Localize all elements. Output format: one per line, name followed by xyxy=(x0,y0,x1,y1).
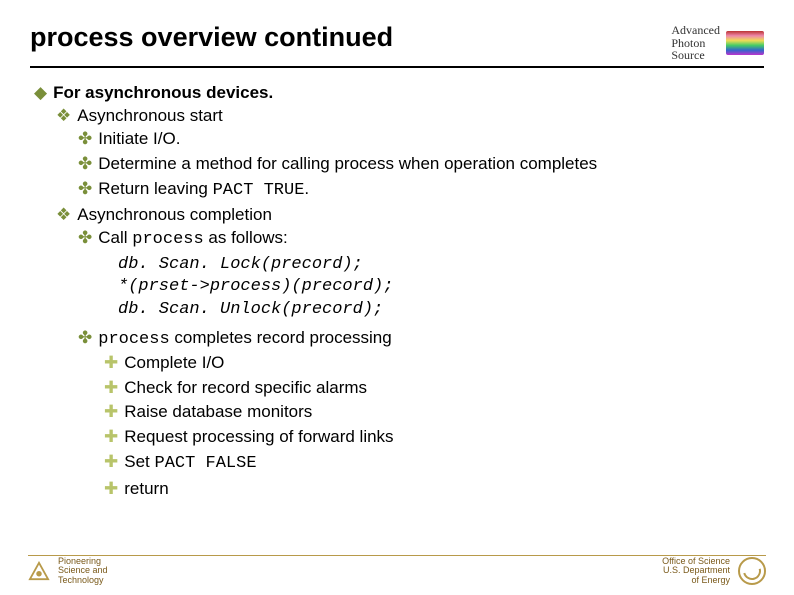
bullet-text: as follows: xyxy=(204,228,288,247)
list-item: ✚ Set PACT FALSE xyxy=(78,451,764,476)
list-item: ✚ return xyxy=(78,478,764,501)
list-item: ❖ Asynchronous start ✤ Initiate I/O. ✤ Dete… xyxy=(34,105,764,203)
list-item: ✤ process completes record processing ✚ Co… xyxy=(56,327,764,502)
list-item: ✚ Request processing of forward links xyxy=(78,426,764,449)
plus-icon: ✚ xyxy=(104,352,118,375)
diamond-icon: ◆ xyxy=(34,82,47,105)
list-item: ✚ Complete I/O xyxy=(78,352,764,375)
list-item: ◆ For asynchronous devices. ❖ Asynchronous… xyxy=(30,82,764,253)
bullet-text: return xyxy=(124,479,168,498)
bullet-text: Return leaving xyxy=(98,179,212,198)
slide: process overview continued Advanced Phot… xyxy=(0,0,794,513)
cross-icon: ✤ xyxy=(78,153,92,176)
list-item: ✤ Call process as follows: xyxy=(56,227,764,252)
bullet-text: Asynchronous completion xyxy=(77,205,272,224)
bullet-text: Check for record specific alarms xyxy=(124,378,367,397)
aps-logo-line: Source xyxy=(671,49,720,62)
page-title: process overview continued xyxy=(30,22,393,53)
rainbow-icon xyxy=(726,31,764,55)
cross-icon: ✤ xyxy=(78,178,92,201)
code-block: db. Scan. Lock(precord); *(prset->proces… xyxy=(30,254,764,320)
code-line: db. Scan. Lock(precord); xyxy=(118,254,764,276)
footer-line: of Energy xyxy=(662,576,730,585)
list-item: ✤ Determine a method for calling process … xyxy=(56,153,764,176)
aps-logo-text: Advanced Photon Source xyxy=(671,24,720,62)
plus-icon: ✚ xyxy=(104,478,118,501)
bullet-text: completes record processing xyxy=(170,328,392,347)
plus-icon: ✚ xyxy=(104,426,118,449)
title-row: process overview continued Advanced Phot… xyxy=(30,22,764,68)
bullet-text: Complete I/O xyxy=(124,353,224,372)
code-line: *(prset->process)(precord); xyxy=(118,276,764,298)
diamond-outline-icon: ❖ xyxy=(56,204,71,227)
cross-icon: ✤ xyxy=(78,327,92,350)
bullet-text: For asynchronous devices. xyxy=(53,83,273,102)
bullet-text: Call xyxy=(98,228,132,247)
swirl-icon xyxy=(738,557,766,585)
bullet-text: Initiate I/O. xyxy=(98,129,180,148)
footer: Pioneering Science and Technology Office… xyxy=(0,557,794,585)
list-item: ❖ Asynchronous completion ✤ Call process a… xyxy=(34,204,764,252)
bullet-text: Determine a method for calling process w… xyxy=(98,154,597,173)
diamond-outline-icon: ❖ xyxy=(56,105,71,128)
list-item: ✚ Check for record specific alarms xyxy=(78,377,764,400)
bullet-text: Raise database monitors xyxy=(124,402,312,421)
list-item: ✚ Raise database monitors xyxy=(78,401,764,424)
list-item: ✤ Initiate I/O. xyxy=(56,128,764,151)
bullet-text: Asynchronous start xyxy=(77,106,223,125)
list-item: ✤ Return leaving PACT TRUE. xyxy=(56,178,764,203)
bullet-text: . xyxy=(304,179,309,198)
footer-left: Pioneering Science and Technology xyxy=(28,557,108,585)
footer-left-text: Pioneering Science and Technology xyxy=(58,557,108,585)
plus-icon: ✚ xyxy=(104,401,118,424)
bullet-text: Set xyxy=(124,452,154,471)
footer-right: Office of Science U.S. Department of Ene… xyxy=(662,557,766,585)
aps-logo: Advanced Photon Source xyxy=(671,22,764,62)
cross-icon: ✤ xyxy=(78,128,92,151)
code-line: db. Scan. Unlock(precord); xyxy=(118,299,764,321)
triangle-icon xyxy=(28,561,50,581)
code-text: process xyxy=(98,330,169,349)
plus-icon: ✚ xyxy=(104,451,118,474)
code-text: PACT FALSE xyxy=(155,454,257,473)
aps-logo-line: Advanced xyxy=(671,24,720,37)
footer-right-text: Office of Science U.S. Department of Ene… xyxy=(662,557,730,585)
cross-icon: ✤ xyxy=(78,227,92,250)
code-text: PACT TRUE xyxy=(213,181,305,200)
content: ◆ For asynchronous devices. ❖ Asynchronous… xyxy=(30,82,764,501)
bullet-text: Request processing of forward links xyxy=(124,427,393,446)
plus-icon: ✚ xyxy=(104,377,118,400)
code-text: process xyxy=(132,230,203,249)
footer-line: Technology xyxy=(58,576,108,585)
